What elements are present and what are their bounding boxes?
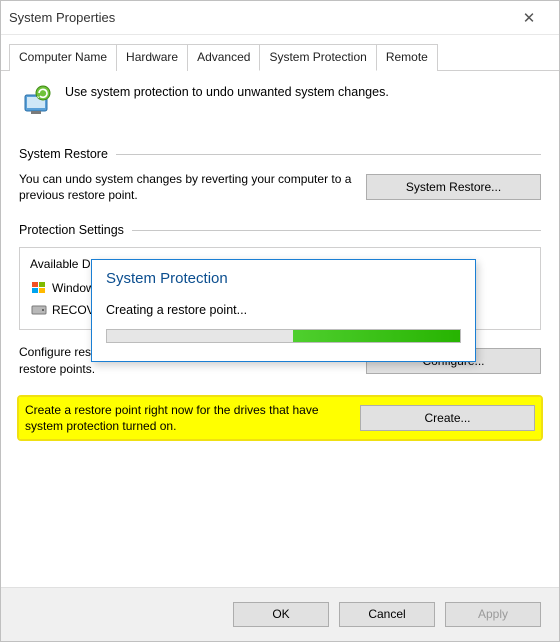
cancel-button[interactable]: Cancel — [339, 602, 435, 627]
progress-dialog-body: Creating a restore point... — [92, 289, 475, 361]
section-protection-settings: Protection Settings — [19, 223, 541, 237]
dialog-button-row: OK Cancel Apply — [1, 587, 559, 641]
tab-remote[interactable]: Remote — [376, 44, 438, 71]
system-properties-window: System Properties ✕ Computer Name Hardwa… — [0, 0, 560, 642]
progress-message: Creating a restore point... — [106, 303, 461, 317]
intro-row: Use system protection to undo unwanted s… — [19, 83, 541, 119]
apply-button[interactable]: Apply — [445, 602, 541, 627]
progress-bar — [106, 329, 461, 343]
tab-computer-name[interactable]: Computer Name — [9, 44, 117, 71]
tab-advanced[interactable]: Advanced — [187, 44, 260, 71]
system-restore-button[interactable]: System Restore... — [366, 174, 541, 200]
create-button[interactable]: Create... — [360, 405, 535, 431]
ok-button[interactable]: OK — [233, 602, 329, 627]
restore-row: You can undo system changes by reverting… — [19, 171, 541, 203]
progress-dialog-title: System Protection — [92, 260, 475, 289]
restore-description: You can undo system changes by reverting… — [19, 171, 358, 203]
create-description: Create a restore point right now for the… — [25, 402, 352, 434]
divider — [116, 154, 541, 155]
section-system-restore: System Restore — [19, 147, 541, 161]
section-heading: System Restore — [19, 147, 108, 161]
tab-system-protection[interactable]: System Protection — [259, 44, 376, 71]
window-title: System Properties — [9, 10, 115, 25]
close-icon: ✕ — [523, 9, 536, 27]
progress-fill — [293, 330, 461, 342]
system-protection-icon — [19, 83, 55, 119]
tab-content: Use system protection to undo unwanted s… — [1, 71, 559, 439]
windows-drive-icon — [30, 280, 48, 296]
divider — [132, 230, 541, 231]
create-row-highlighted: Create a restore point right now for the… — [19, 397, 541, 439]
tab-hardware[interactable]: Hardware — [116, 44, 188, 71]
section-heading: Protection Settings — [19, 223, 124, 237]
titlebar[interactable]: System Properties ✕ — [1, 1, 559, 35]
intro-text: Use system protection to undo unwanted s… — [65, 83, 389, 99]
close-button[interactable]: ✕ — [507, 3, 551, 33]
hdd-drive-icon — [30, 302, 48, 318]
tab-bar: Computer Name Hardware Advanced System P… — [1, 35, 559, 71]
progress-dialog: System Protection Creating a restore poi… — [91, 259, 476, 362]
